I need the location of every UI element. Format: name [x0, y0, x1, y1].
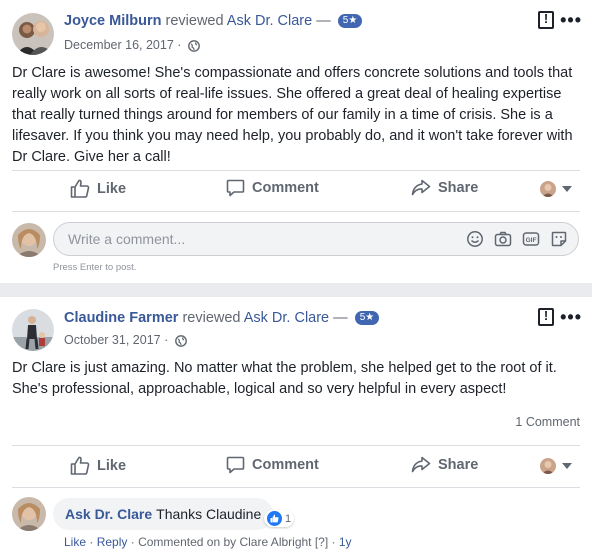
share-label: Share: [438, 456, 479, 473]
dash: —: [316, 13, 331, 29]
meta-sep: ·: [89, 535, 94, 549]
like-button[interactable]: Like: [70, 179, 126, 198]
comment-count-link[interactable]: 1 Comment: [515, 415, 580, 429]
chevron-down-icon: [562, 186, 572, 192]
commenter-avatar[interactable]: [12, 497, 46, 531]
sticker-icon[interactable]: [550, 230, 568, 248]
like-button[interactable]: Like: [70, 456, 126, 475]
react-as-selector[interactable]: [540, 181, 572, 197]
reply-meta: Like · Reply · Commented on by Clare Alb…: [64, 535, 352, 549]
comment-button[interactable]: Comment: [226, 456, 319, 474]
author-avatar[interactable]: [12, 13, 54, 55]
more-options-icon[interactable]: •••: [560, 308, 582, 326]
post-header: Joyce Milburn reviewed Ask Dr. Clare — 5…: [64, 13, 363, 29]
like-reaction-icon: [267, 511, 282, 526]
report-flag-icon[interactable]: [538, 308, 555, 326]
share-label: Share: [438, 179, 479, 196]
reply-author-link[interactable]: Ask Dr. Clare: [65, 506, 152, 522]
comment-button[interactable]: Comment: [226, 179, 319, 197]
like-icon: [70, 179, 90, 198]
post-body: Dr Clare is just amazing. No matter what…: [12, 360, 557, 397]
comment-label: Comment: [252, 457, 319, 473]
svg-text:GIF: GIF: [526, 237, 537, 244]
post-body: Dr Clare is awesome! She's compassionate…: [12, 65, 573, 165]
rating-badge: 5★: [354, 311, 380, 326]
share-icon: [411, 179, 431, 196]
gif-icon[interactable]: GIF: [522, 230, 540, 248]
share-icon: [411, 456, 431, 473]
press-enter-hint: Press Enter to post.: [53, 262, 137, 273]
camera-icon[interactable]: [494, 230, 512, 248]
comment-input[interactable]: [66, 230, 450, 248]
reply-age-link[interactable]: 1y: [339, 535, 352, 549]
action-text: reviewed: [182, 310, 241, 326]
comment-icon: [226, 179, 245, 197]
like-icon: [70, 456, 90, 475]
comment-label: Comment: [252, 180, 319, 196]
current-user-avatar: [540, 458, 556, 474]
post-actions: Like Comment Share: [0, 448, 592, 484]
report-flag-icon[interactable]: [538, 11, 555, 29]
chevron-down-icon: [562, 463, 572, 469]
post-meta: December 16, 2017 ·: [64, 38, 200, 55]
divider: [12, 487, 580, 488]
page-name-link[interactable]: Ask Dr. Clare: [227, 13, 312, 29]
author-name-link[interactable]: Joyce Milburn: [64, 13, 162, 29]
reaction-count: 1: [285, 512, 292, 525]
current-user-avatar: [540, 181, 556, 197]
like-label: Like: [97, 180, 127, 197]
reply-reply-link[interactable]: Reply: [97, 535, 128, 549]
post-header-icons: •••: [538, 308, 582, 326]
reply-reaction-summary[interactable]: 1: [264, 510, 295, 527]
reply-comment-bubble: Ask Dr. Clare Thanks Claudine: [53, 498, 274, 530]
action-text: reviewed: [165, 13, 224, 29]
comment-icon: [226, 456, 245, 474]
comment-input-box[interactable]: GIF: [53, 222, 579, 256]
page-name-link[interactable]: Ask Dr. Clare: [244, 310, 329, 326]
reply-like-link[interactable]: Like: [64, 535, 86, 549]
react-as-selector[interactable]: [540, 458, 572, 474]
meta-sep: ·: [130, 535, 135, 549]
post-meta: October 31, 2017 ·: [64, 333, 187, 350]
commented-on-by: Commented on by Clare Albright: [138, 535, 312, 549]
comment-input-tools: GIF: [466, 230, 568, 248]
author-avatar[interactable]: [12, 309, 54, 351]
info-flag[interactable]: [?]: [315, 535, 328, 549]
post-date-link[interactable]: December 16, 2017: [64, 38, 174, 52]
meta-sep: ·: [331, 535, 336, 549]
dash: —: [333, 310, 348, 326]
review-post-1: Joyce Milburn reviewed Ask Dr. Clare — 5…: [0, 0, 592, 283]
reply-text: Thanks Claudine: [156, 506, 262, 522]
author-name-link[interactable]: Claudine Farmer: [64, 310, 178, 326]
post-header: Claudine Farmer reviewed Ask Dr. Clare —…: [64, 310, 380, 326]
post-header-icons: •••: [538, 11, 582, 29]
globe-icon: [188, 40, 200, 55]
meta-dot: ·: [164, 333, 169, 347]
share-button[interactable]: Share: [411, 179, 478, 196]
more-options-icon[interactable]: •••: [560, 11, 582, 29]
globe-icon: [174, 335, 187, 350]
like-label: Like: [97, 457, 127, 474]
emoji-icon[interactable]: [466, 230, 484, 248]
share-button[interactable]: Share: [411, 456, 478, 473]
post-date-link[interactable]: October 31, 2017: [64, 333, 161, 347]
post-actions: Like Comment Share: [0, 171, 592, 207]
post-separator: [0, 283, 592, 297]
divider: [12, 211, 580, 212]
rating-badge: 5★: [337, 14, 363, 29]
meta-dot: ·: [177, 38, 182, 52]
divider: [12, 445, 580, 446]
current-user-avatar: [12, 223, 46, 257]
